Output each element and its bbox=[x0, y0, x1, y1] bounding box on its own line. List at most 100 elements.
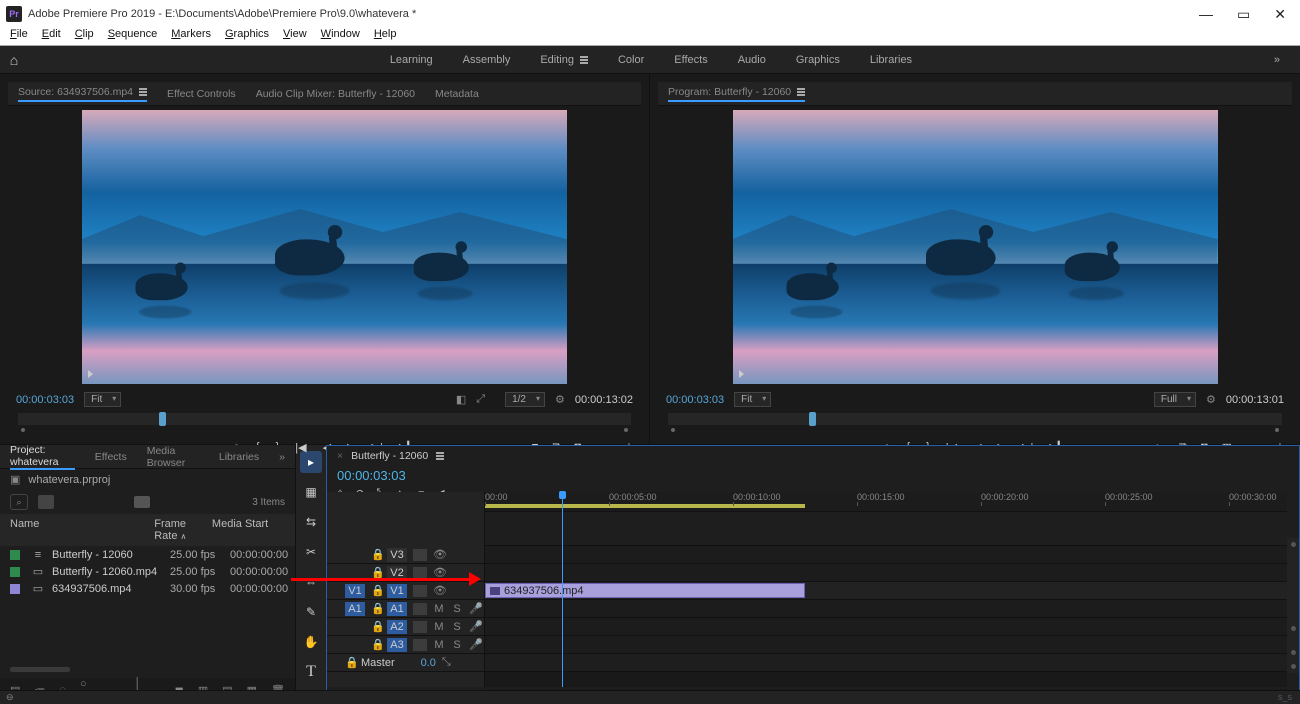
lock-icon[interactable]: 🔒 bbox=[371, 584, 381, 597]
track-target-toggle[interactable]: A1 bbox=[387, 602, 407, 616]
close-button[interactable]: ✕ bbox=[1274, 6, 1286, 23]
lock-icon[interactable]: 🔒 bbox=[371, 620, 381, 633]
lock-icon[interactable]: 🔒 bbox=[371, 548, 381, 561]
workspace-overflow[interactable]: » bbox=[1274, 54, 1300, 66]
audio-track-header[interactable]: A1 🔒 A1 MS 🎤 bbox=[327, 600, 484, 618]
audio-track-lane[interactable] bbox=[485, 636, 1287, 654]
source-monitor-video[interactable] bbox=[82, 110, 567, 384]
master-value[interactable]: 0.0 bbox=[421, 657, 436, 669]
workspace-color[interactable]: Color bbox=[618, 54, 644, 66]
video-track-lane[interactable] bbox=[485, 546, 1287, 564]
video-track-lane[interactable] bbox=[485, 564, 1287, 582]
vscroll-mid2[interactable] bbox=[1291, 650, 1296, 655]
lock-icon[interactable]: 🔒 bbox=[371, 638, 381, 651]
panel-menu-icon[interactable] bbox=[139, 88, 147, 96]
lock-icon[interactable]: 🔒 bbox=[345, 656, 355, 669]
panel-menu-icon[interactable] bbox=[797, 88, 805, 96]
track-target-toggle[interactable]: A2 bbox=[387, 620, 407, 634]
project-tabs-overflow[interactable]: » bbox=[279, 451, 285, 463]
source-scrollbar[interactable] bbox=[18, 427, 631, 433]
source-patch-v[interactable]: V1 bbox=[345, 584, 365, 598]
bin-icon[interactable] bbox=[38, 495, 54, 509]
column-name[interactable]: Name bbox=[10, 518, 154, 542]
sync-lock-icon[interactable] bbox=[413, 603, 427, 615]
eye-icon[interactable]: 👁 bbox=[433, 548, 445, 561]
tab-libraries[interactable]: Libraries bbox=[219, 451, 259, 463]
column-framerate[interactable]: Frame Rate ∧ bbox=[154, 518, 212, 542]
track-target-toggle[interactable]: V1 bbox=[387, 584, 407, 598]
menu-window[interactable]: Window bbox=[315, 28, 366, 40]
hand-tool[interactable]: ✋ bbox=[300, 631, 322, 653]
program-zoom-select[interactable]: Fit bbox=[734, 392, 771, 407]
source-scrubber[interactable] bbox=[18, 413, 631, 425]
solo-toggle[interactable]: S bbox=[451, 621, 463, 633]
source-zoom-select[interactable]: Fit bbox=[84, 392, 121, 407]
mute-toggle[interactable]: M bbox=[433, 603, 445, 615]
workspace-editing[interactable]: Editing bbox=[540, 54, 588, 66]
type-tool[interactable]: T bbox=[300, 661, 322, 683]
voice-over-icon[interactable]: 🎤 bbox=[469, 638, 481, 651]
audio-track-header[interactable]: 🔒A3MS🎤 bbox=[327, 636, 484, 654]
sync-lock-icon[interactable] bbox=[413, 585, 427, 597]
voice-over-icon[interactable]: 🎤 bbox=[469, 602, 481, 615]
audio-track-header[interactable]: 🔒 A2 MS 🎤 bbox=[327, 618, 484, 636]
track-select-tool[interactable]: ▦ bbox=[300, 481, 322, 503]
voice-over-icon[interactable]: 🎤 bbox=[469, 620, 481, 633]
vscroll-top[interactable] bbox=[1291, 542, 1296, 547]
video-track-lane[interactable]: 634937506.mp4 bbox=[485, 582, 1287, 600]
solo-toggle[interactable]: S bbox=[451, 603, 463, 615]
workspace-learning[interactable]: Learning bbox=[390, 54, 433, 66]
video-track-header[interactable]: V1 🔒 V1 👁 bbox=[327, 582, 484, 600]
tab-project[interactable]: Project: whatevera bbox=[10, 444, 75, 470]
eye-icon[interactable]: 👁 bbox=[433, 584, 445, 597]
razor-tool[interactable]: ✂ bbox=[300, 541, 322, 563]
vscroll-bot[interactable] bbox=[1291, 664, 1296, 669]
menu-sequence[interactable]: Sequence bbox=[102, 28, 164, 40]
program-timecode[interactable]: 00:00:03:03 bbox=[666, 394, 724, 406]
track-target-toggle[interactable]: V3 bbox=[387, 548, 407, 562]
menu-file[interactable]: File bbox=[4, 28, 34, 40]
program-scrubber[interactable] bbox=[668, 413, 1282, 425]
go-to-in-button[interactable]: |◀ bbox=[295, 441, 306, 454]
workspace-libraries[interactable]: Libraries bbox=[870, 54, 912, 66]
timeline-tracks-area[interactable]: 00:0000:00:05:0000:00:10:0000:00:15:0000… bbox=[485, 492, 1287, 687]
tab-effects[interactable]: Effects bbox=[95, 451, 127, 463]
slip-tool[interactable]: ⇔ bbox=[300, 571, 322, 593]
tab-source[interactable]: Source: 634937506.mp4 bbox=[18, 86, 147, 102]
source-resolution-select[interactable]: 1/2 bbox=[505, 392, 545, 407]
maximize-button[interactable]: ▭ bbox=[1237, 6, 1250, 23]
program-resolution-select[interactable]: Full bbox=[1154, 392, 1196, 407]
search-input[interactable]: ⌕ bbox=[10, 494, 28, 510]
menu-view[interactable]: View bbox=[277, 28, 313, 40]
lock-icon[interactable]: 🔒 bbox=[371, 602, 381, 615]
source-patch-a[interactable]: A1 bbox=[345, 602, 365, 616]
pen-tool[interactable]: ✎ bbox=[300, 601, 322, 623]
vscroll-mid1[interactable] bbox=[1291, 626, 1296, 631]
audio-track-lane[interactable] bbox=[485, 618, 1287, 636]
workspace-assembly[interactable]: Assembly bbox=[463, 54, 511, 66]
tab-metadata[interactable]: Metadata bbox=[435, 88, 479, 100]
tab-program[interactable]: Program: Butterfly - 12060 bbox=[668, 86, 805, 102]
tab-audio-mixer[interactable]: Audio Clip Mixer: Butterfly - 12060 bbox=[256, 88, 415, 100]
sequence-tab[interactable]: Butterfly - 12060 bbox=[351, 450, 428, 462]
time-ruler[interactable]: 00:0000:00:05:0000:00:10:0000:00:15:0000… bbox=[485, 492, 1287, 512]
timeline-timecode[interactable]: 00:00:03:03 bbox=[337, 466, 406, 485]
project-item[interactable]: ≡Butterfly - 1206025.00 fps00:00:00:00 bbox=[0, 546, 295, 563]
column-mediastart[interactable]: Media Start bbox=[212, 518, 285, 542]
minimize-button[interactable]: — bbox=[1199, 6, 1213, 23]
source-timecode[interactable]: 00:00:03:03 bbox=[16, 394, 74, 406]
menu-edit[interactable]: Edit bbox=[36, 28, 67, 40]
menu-help[interactable]: Help bbox=[368, 28, 403, 40]
program-monitor-video[interactable] bbox=[733, 110, 1218, 384]
tab-media-browser[interactable]: Media Browser bbox=[147, 445, 199, 469]
sync-lock-icon[interactable] bbox=[413, 549, 427, 561]
project-item[interactable]: ▭Butterfly - 12060.mp425.00 fps00:00:00:… bbox=[0, 563, 295, 580]
sync-lock-icon[interactable] bbox=[413, 621, 427, 633]
workspace-options-icon[interactable] bbox=[580, 56, 588, 64]
video-track-header[interactable]: 🔒 V3 👁 bbox=[327, 546, 484, 564]
audio-track-lane[interactable] bbox=[485, 600, 1287, 618]
tab-effect-controls[interactable]: Effect Controls bbox=[167, 88, 236, 100]
workspace-graphics[interactable]: Graphics bbox=[796, 54, 840, 66]
expand-icon[interactable]: ⤡ bbox=[442, 656, 451, 669]
mute-toggle[interactable]: M bbox=[433, 621, 445, 633]
